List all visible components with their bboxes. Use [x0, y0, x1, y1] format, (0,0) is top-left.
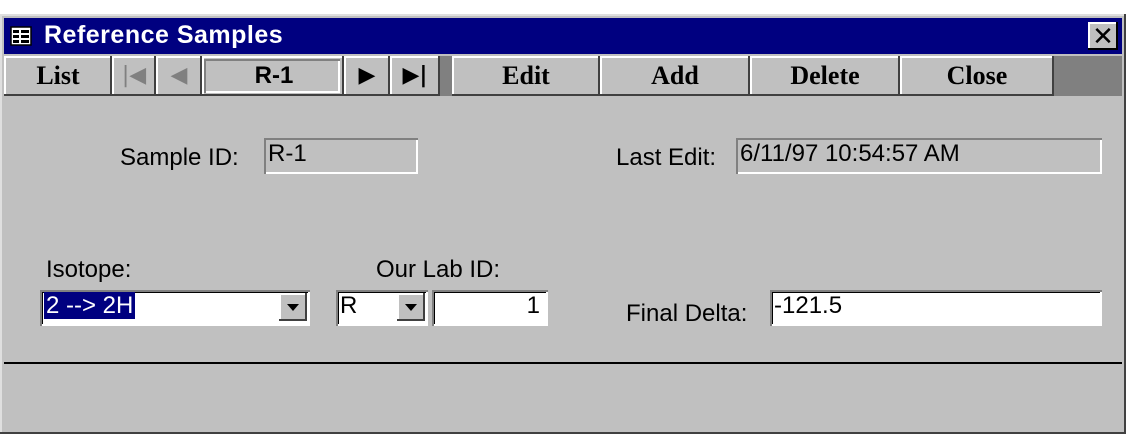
our-lab-id-label: Our Lab ID:	[376, 256, 501, 283]
final-delta-label: Final Delta:	[626, 300, 748, 327]
lab-prefix-select[interactable]: R	[336, 290, 428, 326]
isotope-select[interactable]: 2 --> 2H	[40, 290, 310, 326]
form-icon	[10, 26, 32, 46]
lab-prefix-value: R	[340, 292, 358, 319]
window-title: Reference Samples	[44, 21, 284, 49]
list-button[interactable]: List	[4, 56, 112, 96]
first-record-icon: |◀	[112, 56, 156, 96]
lab-number-field[interactable]: 1	[432, 290, 548, 326]
edit-button[interactable]: Edit	[452, 56, 600, 96]
chevron-down-icon[interactable]	[279, 293, 307, 321]
add-button[interactable]: Add	[600, 56, 750, 96]
last-edit-field[interactable]: 6/11/97 10:54:57 AM	[736, 138, 1102, 174]
sample-id-field[interactable]: R-1	[264, 138, 418, 174]
title-bar[interactable]: Reference Samples ✕	[4, 18, 1122, 54]
isotope-selected-value: 2 --> 2H	[44, 292, 136, 319]
final-delta-field[interactable]: -121.5	[770, 290, 1102, 326]
chevron-down-icon[interactable]	[397, 293, 425, 321]
next-record-button[interactable]: ▶	[344, 56, 390, 96]
sample-id-label: Sample ID:	[120, 144, 239, 171]
record-indicator-frame: R-1	[202, 56, 344, 96]
isotope-label: Isotope:	[46, 256, 132, 283]
reference-samples-window: Reference Samples ✕ List |◀ ◀ R-1 ▶ ▶| E…	[0, 14, 1126, 434]
prev-record-icon: ◀	[156, 56, 202, 96]
record-toolbar: List |◀ ◀ R-1 ▶ ▶| Edit Add Delete Close	[4, 56, 1122, 96]
section-divider	[4, 362, 1122, 364]
delete-button[interactable]: Delete	[750, 56, 900, 96]
last-record-button[interactable]: ▶|	[390, 56, 440, 96]
close-button[interactable]: Close	[900, 56, 1054, 96]
record-indicator[interactable]: R-1	[204, 59, 340, 93]
last-edit-label: Last Edit:	[616, 144, 717, 171]
close-window-button[interactable]: ✕	[1088, 22, 1118, 50]
